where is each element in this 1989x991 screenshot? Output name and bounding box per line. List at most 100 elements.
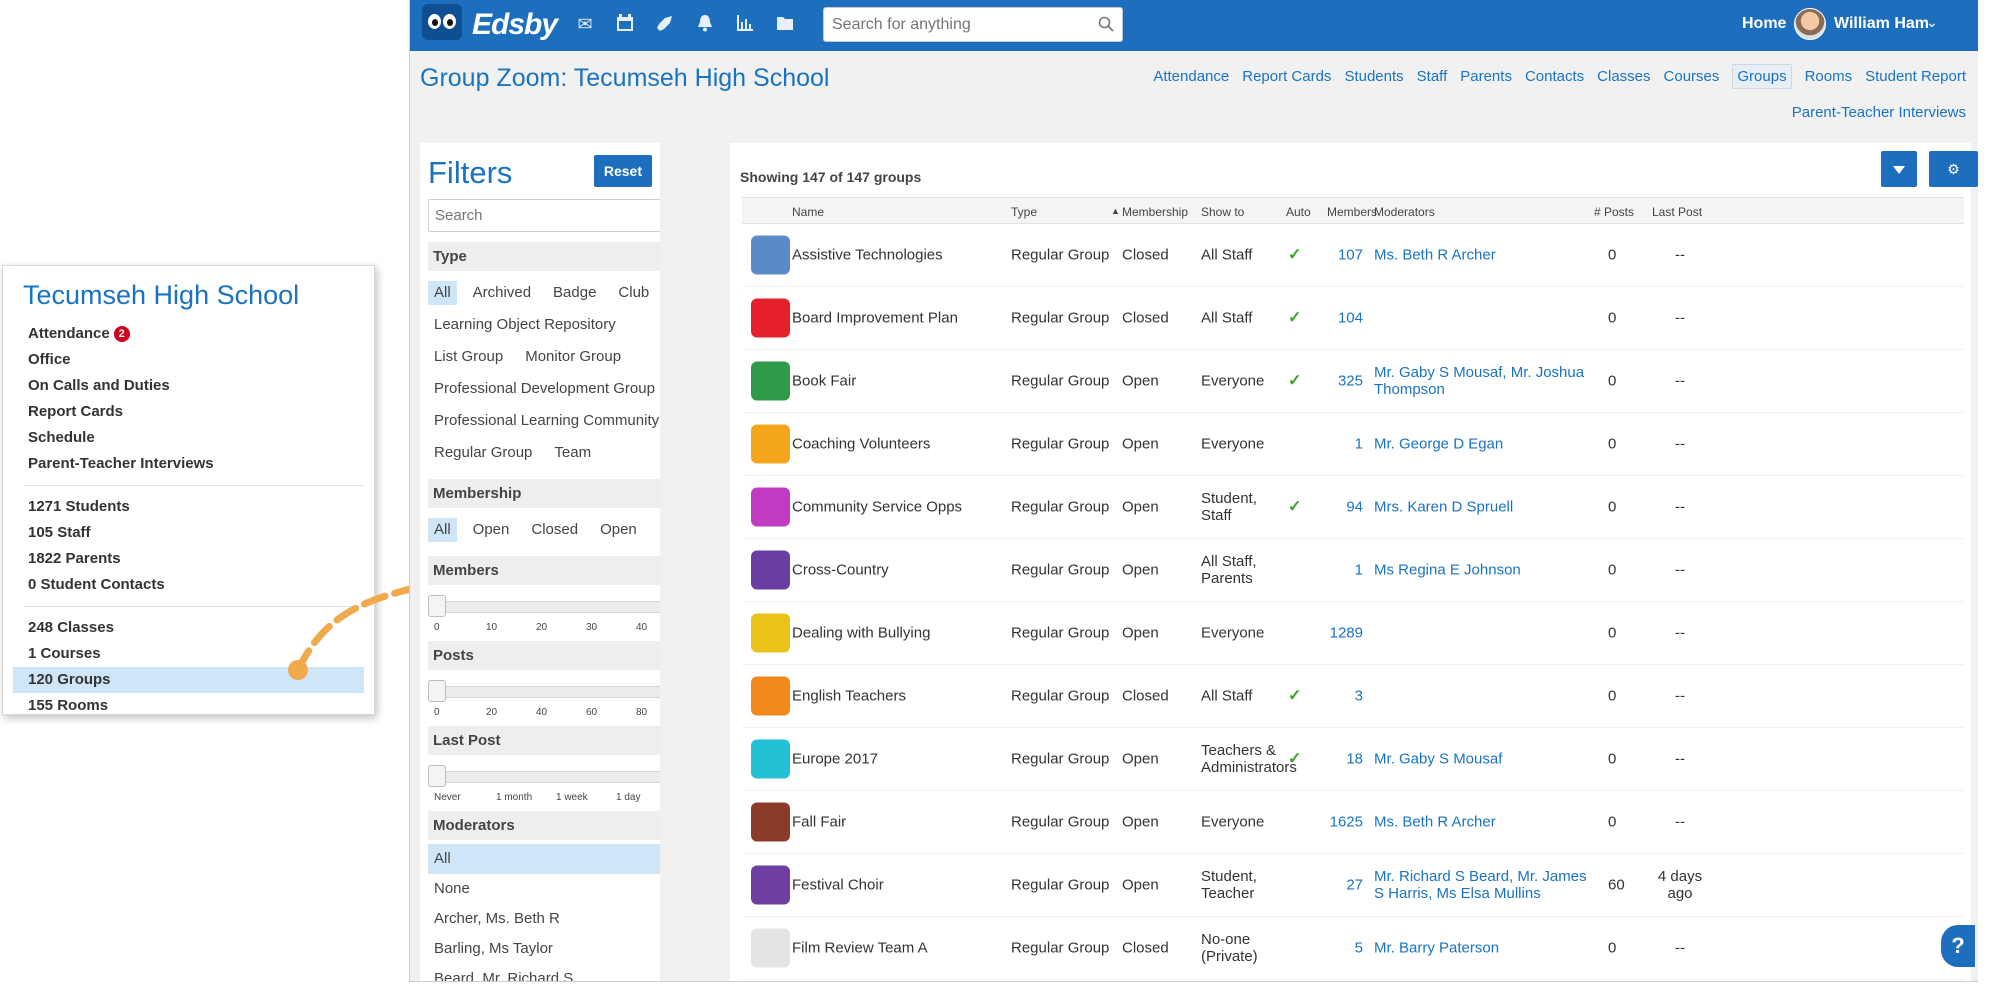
nav-classes[interactable]: Classes — [1597, 68, 1650, 85]
group-moderators[interactable]: Ms. Beth R Archer — [1374, 814, 1589, 831]
group-avatar-icon[interactable] — [751, 298, 790, 338]
group-name[interactable]: Book Fair — [792, 373, 856, 390]
group-moderators[interactable]: Mr. Barry Paterson — [1374, 940, 1589, 957]
table-row[interactable]: Cross-Country Regular Group Open All Staff,… — [742, 539, 1964, 602]
type-option[interactable]: Club — [612, 281, 655, 305]
brand-name[interactable]: Edsby — [472, 8, 558, 42]
group-avatar-icon[interactable] — [751, 550, 790, 590]
type-option[interactable]: Professional Learning Community — [428, 409, 660, 433]
chart-icon[interactable] — [735, 14, 755, 34]
type-option[interactable]: Archived — [467, 281, 537, 305]
menu-attendance[interactable]: Attendance 2 — [13, 321, 364, 347]
type-option[interactable]: All — [428, 281, 457, 305]
table-row[interactable]: Europe 2017 Regular Group Open Teachers & A… — [742, 728, 1964, 791]
table-row[interactable]: English Teachers Regular Group Closed All S… — [742, 665, 1964, 728]
menu-report-cards[interactable]: Report Cards — [13, 399, 364, 425]
col-membership[interactable]: Membership — [1122, 205, 1188, 219]
menu-office[interactable]: Office — [13, 347, 364, 373]
filter-search-input[interactable] — [429, 200, 660, 231]
group-avatar-icon[interactable] — [751, 676, 790, 716]
group-moderators[interactable]: Mr. Richard S Beard, Mr. James S Harris,… — [1374, 868, 1589, 902]
group-name[interactable]: Europe 2017 — [792, 751, 878, 768]
group-name[interactable]: Fall Fair — [792, 814, 846, 831]
chevron-down-icon[interactable]: ⌄ — [1926, 14, 1938, 31]
table-row[interactable]: Board Improvement Plan Regular Group Close… — [742, 287, 1964, 350]
nav-parents[interactable]: Parents — [1460, 68, 1512, 85]
type-option[interactable]: Badge — [547, 281, 602, 305]
group-avatar-icon[interactable] — [751, 235, 790, 275]
group-avatar-icon[interactable] — [751, 424, 790, 464]
slider-min-handle[interactable] — [428, 765, 446, 787]
group-name[interactable]: Community Service Opps — [792, 499, 962, 516]
menu-on-calls[interactable]: On Calls and Duties — [13, 373, 364, 399]
group-name[interactable]: Assistive Technologies — [792, 247, 943, 264]
group-name[interactable]: Cross-Country — [792, 562, 889, 579]
group-avatar-icon[interactable] — [751, 739, 790, 779]
folder-icon[interactable] — [775, 14, 795, 34]
type-option[interactable]: Team — [548, 441, 597, 465]
group-moderators[interactable]: Ms Regina E Johnson — [1374, 562, 1589, 579]
avatar[interactable] — [1794, 8, 1826, 40]
moderator-item[interactable]: None — [428, 874, 660, 904]
group-members[interactable]: 5 — [1327, 940, 1363, 957]
group-members[interactable]: 1 — [1327, 436, 1363, 453]
count-students[interactable]: 1271 Students — [13, 494, 364, 520]
type-option[interactable]: List Group — [428, 345, 509, 369]
col-showto[interactable]: Show to — [1201, 205, 1244, 219]
table-row[interactable]: Dealing with Bullying Regular Group Open Ev… — [742, 602, 1964, 665]
mail-icon[interactable]: ✉ — [575, 14, 595, 34]
group-moderators[interactable]: Mr. Gaby S Mousaf, Mr. Joshua Thompson — [1374, 364, 1589, 398]
calendar-icon[interactable] — [615, 14, 635, 34]
group-moderators[interactable]: Mrs. Karen D Spruell — [1374, 499, 1589, 516]
slider-min-handle[interactable] — [428, 680, 446, 702]
count-staff[interactable]: 105 Staff — [13, 520, 364, 546]
table-row[interactable]: Film Review Team A Regular Group Closed No-… — [742, 917, 1964, 980]
group-avatar-icon[interactable] — [751, 361, 790, 401]
table-row[interactable]: Festival Choir Regular Group Open Student, … — [742, 854, 1964, 917]
menu-schedule[interactable]: Schedule — [13, 425, 364, 451]
menu-ptinterviews[interactable]: Parent-Teacher Interviews — [13, 451, 364, 477]
home-link[interactable]: Home — [1742, 15, 1786, 33]
moderator-item[interactable]: All — [428, 844, 660, 874]
members-slider[interactable]: 01020304050< — [428, 591, 660, 633]
col-members[interactable]: Members — [1327, 205, 1377, 219]
group-avatar-icon[interactable] — [751, 928, 790, 968]
count-classes[interactable]: 248 Classes — [13, 615, 364, 641]
table-row[interactable]: Assistive Technologies Regular Group Close… — [742, 224, 1964, 287]
nav-staff[interactable]: Staff — [1417, 68, 1448, 85]
group-members[interactable]: 1625 — [1327, 814, 1363, 831]
nav-contacts[interactable]: Contacts — [1525, 68, 1584, 85]
moderator-item[interactable]: Beard, Mr. Richard S — [428, 964, 660, 981]
filter-search[interactable] — [428, 199, 660, 232]
membership-all[interactable]: All — [428, 518, 457, 542]
col-name[interactable]: Name — [792, 205, 824, 219]
type-option[interactable]: Professional Development Group — [428, 377, 660, 401]
membership-closed[interactable]: Closed — [525, 518, 584, 542]
gear-icon[interactable]: ⚙ — [1929, 151, 1978, 187]
group-name[interactable]: Board Improvement Plan — [792, 310, 958, 327]
group-name[interactable]: Film Review Team A — [792, 940, 928, 957]
group-avatar-icon[interactable] — [751, 613, 790, 653]
slider-min-handle[interactable] — [428, 595, 446, 617]
school-title[interactable]: Tecumseh High School — [23, 280, 364, 311]
membership-open-2[interactable]: Open — [594, 518, 643, 542]
table-row[interactable]: Community Service Opps Regular Group Open S… — [742, 476, 1964, 539]
nav-attendance[interactable]: Attendance — [1153, 68, 1229, 85]
type-option[interactable]: Monitor Group — [519, 345, 627, 369]
help-button[interactable]: ? — [1941, 925, 1975, 967]
group-name[interactable]: Coaching Volunteers — [792, 436, 930, 453]
search-icon[interactable] — [1098, 16, 1114, 32]
bell-icon[interactable] — [695, 14, 715, 34]
dropdown-button[interactable] — [1881, 151, 1917, 187]
posts-slider[interactable]: 020406080100< — [428, 676, 660, 718]
type-option[interactable]: Learning Object Repository — [428, 313, 622, 337]
group-members[interactable]: 1289 — [1327, 625, 1363, 642]
reset-button[interactable]: Reset — [593, 155, 652, 187]
moderator-item[interactable]: Barling, Ms Taylor — [428, 934, 660, 964]
col-posts[interactable]: # Posts — [1594, 205, 1634, 219]
group-members[interactable]: 94 — [1327, 499, 1363, 516]
group-name[interactable]: Dealing with Bullying — [792, 625, 930, 642]
group-members[interactable]: 107 — [1327, 247, 1363, 264]
table-row[interactable]: Fall Fair Regular Group Open Everyone 1625 Ms… — [742, 791, 1964, 854]
group-members[interactable]: 325 — [1327, 373, 1363, 390]
